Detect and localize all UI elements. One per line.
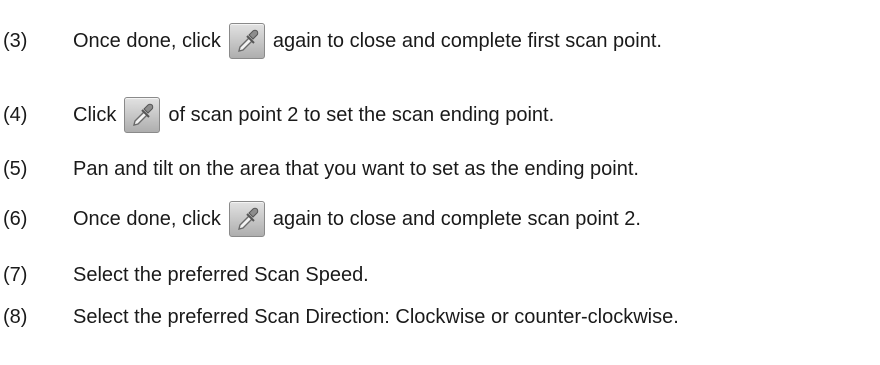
step-number: (6)	[3, 208, 28, 230]
step-number: (4)	[3, 104, 28, 126]
eyedropper-icon	[228, 201, 265, 237]
step-text: Once done, click again to close and comp…	[73, 21, 662, 61]
step-text: Select the preferred Scan Speed.	[73, 264, 369, 286]
step-text-before: Once done, click	[73, 207, 221, 230]
step-text-after: again to close and complete first scan p…	[272, 29, 662, 52]
step-text-before: Click	[73, 103, 117, 126]
step-number: (8)	[3, 306, 28, 328]
step-text-after: again to close and complete scan point 2…	[272, 207, 641, 230]
step-number: (5)	[3, 158, 28, 180]
step-text: Select the preferred Scan Direction: Clo…	[73, 306, 679, 328]
step-text-after: of scan point 2 to set the scan ending p…	[168, 103, 555, 126]
step-text: Click of scan point 2 to set the scan en…	[73, 95, 554, 135]
step-text-before: Once done, click	[73, 29, 221, 52]
step-text: Once done, click again to close and comp…	[73, 199, 641, 239]
eyedropper-icon	[228, 23, 265, 59]
step-text: Pan and tilt on the area that you want t…	[73, 158, 639, 180]
step-number: (7)	[3, 264, 28, 286]
step-number: (3)	[3, 30, 28, 52]
eyedropper-icon	[124, 97, 161, 133]
